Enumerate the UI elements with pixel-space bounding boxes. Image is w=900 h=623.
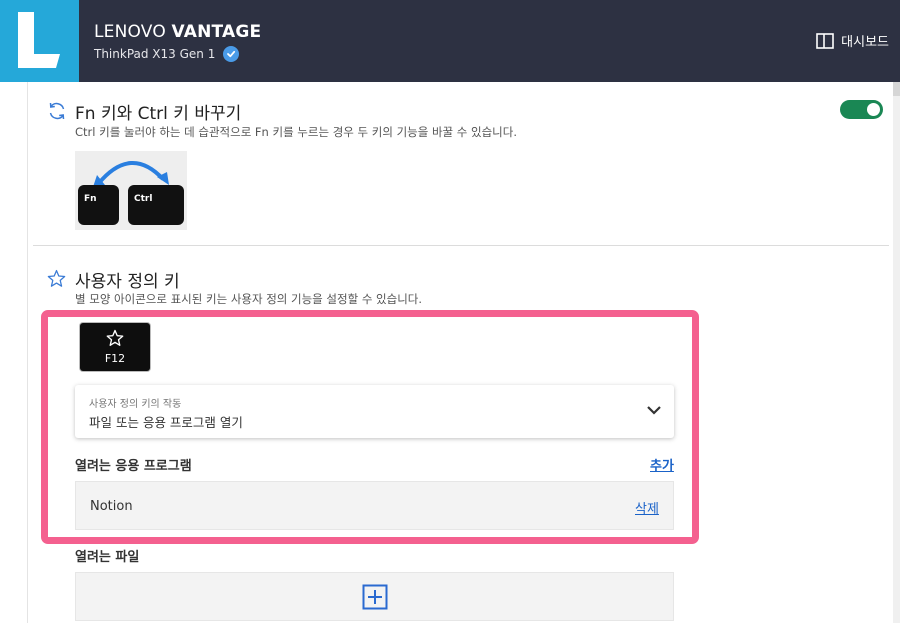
plus-icon[interactable] <box>362 584 388 610</box>
f12-key-label: F12 <box>104 352 126 365</box>
sync-icon <box>49 102 65 120</box>
add-app-link[interactable]: 추가 <box>650 455 674 474</box>
fn-ctrl-description: Ctrl 키를 눌러야 하는 데 습관적으로 Fn 키를 누르는 경우 두 키의… <box>75 125 517 139</box>
star-key-icon <box>106 329 124 346</box>
app-title-product: VANTAGE <box>171 22 262 42</box>
app-list-item: Notion 삭제 <box>75 481 674 530</box>
scrollbar[interactable] <box>893 82 900 623</box>
f12-key-image: F12 <box>80 323 150 371</box>
fn-ctrl-title: Fn 키와 Ctrl 키 바꾸기 <box>75 104 242 124</box>
app-title: LENOVO VANTAGE <box>94 22 261 42</box>
fn-key-label: Fn <box>84 194 97 204</box>
fn-ctrl-toggle[interactable] <box>840 100 883 119</box>
star-icon <box>47 269 66 287</box>
dropdown-value: 파일 또는 응용 프로그램 열기 <box>89 415 243 430</box>
dashboard-button[interactable]: 대시보드 <box>816 31 889 50</box>
section-divider <box>33 245 889 246</box>
file-list-box <box>75 572 674 621</box>
scrollbar-thumb[interactable] <box>893 82 900 96</box>
chevron-down-icon <box>647 406 661 415</box>
custom-key-title: 사용자 정의 키 <box>75 272 180 292</box>
fn-key: Fn <box>78 185 119 225</box>
app-title-brand: LENOVO <box>94 22 166 42</box>
app-header: LENOVO VANTAGE ThinkPad X13 Gen 1 대시보드 <box>0 0 900 82</box>
device-info: ThinkPad X13 Gen 1 <box>94 46 240 62</box>
custom-key-description: 별 모양 아이콘으로 표시된 키는 사용자 정의 기능을 설정할 수 있습니다. <box>75 292 423 306</box>
lenovo-vantage-logo <box>0 0 79 82</box>
logo-l-icon <box>18 12 60 68</box>
files-to-open-title: 열려는 파일 <box>75 550 140 565</box>
ctrl-key: Ctrl <box>128 185 184 225</box>
checkmark-icon <box>223 46 240 62</box>
ctrl-key-label: Ctrl <box>134 194 153 204</box>
custom-key-action-dropdown[interactable]: 사용자 정의 키의 작동 파일 또는 응용 프로그램 열기 <box>75 385 674 438</box>
content-left-border <box>27 82 28 623</box>
fn-ctrl-illustration: Fn Ctrl <box>75 151 187 230</box>
delete-app-link[interactable]: 삭제 <box>635 498 659 517</box>
device-name: ThinkPad X13 Gen 1 <box>94 47 216 61</box>
dashboard-label: 대시보드 <box>841 35 889 50</box>
dropdown-label: 사용자 정의 키의 작동 <box>89 399 182 410</box>
apps-to-open-title: 열려는 응용 프로그램 <box>75 459 192 474</box>
app-name: Notion <box>90 499 133 514</box>
toggle-knob <box>867 103 880 116</box>
dashboard-icon <box>816 32 834 49</box>
